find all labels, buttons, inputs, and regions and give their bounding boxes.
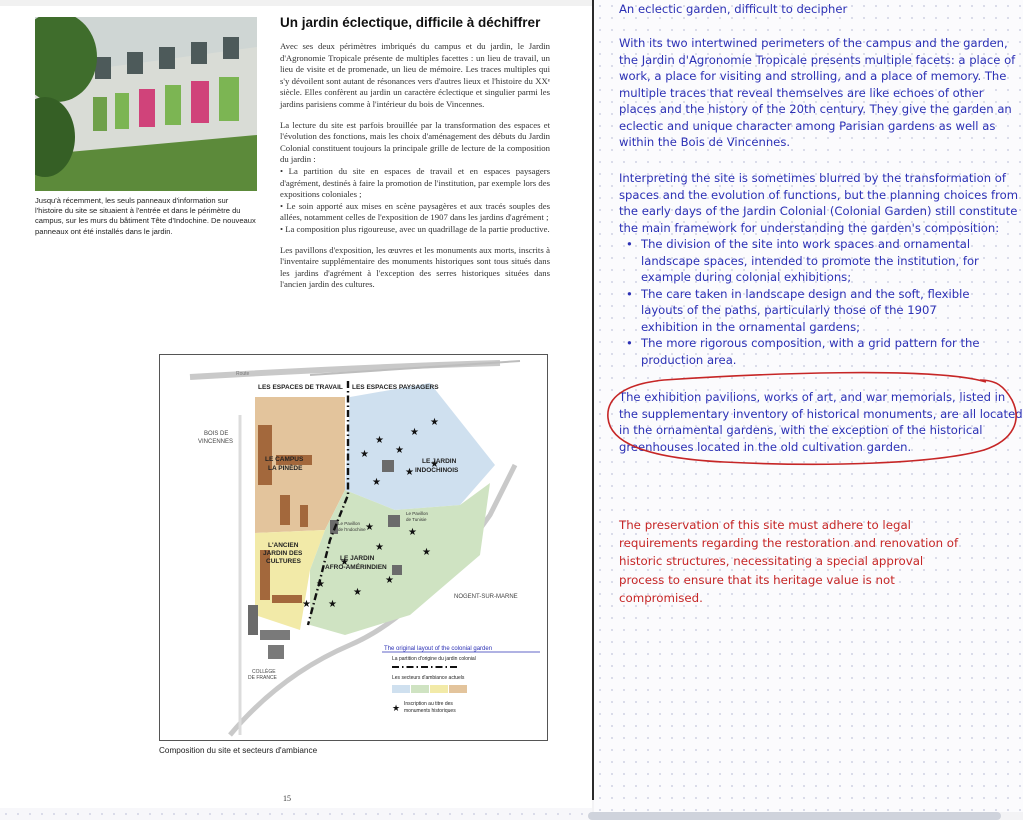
- annotation-line: historic structures, necessitating a spe…: [619, 554, 924, 569]
- map-label-indochinois: LE JARDIN: [422, 458, 457, 465]
- map-label-campus: LA PINÈDE: [268, 463, 303, 472]
- map-label-work: LES ESPACES DE TRAVAIL: [258, 384, 343, 391]
- map-caption: Composition du site et secteurs d'ambian…: [159, 746, 318, 755]
- translation-bullet-list: • The division of the site into work spac…: [624, 236, 984, 368]
- map-label-pavillon-indochine: de l'Indochine: [338, 527, 366, 532]
- map-label-nogent: NOGENT-SUR-MARNE: [454, 594, 518, 600]
- svg-text:★: ★: [375, 542, 384, 553]
- map-label-college: DE FRANCE: [248, 675, 278, 681]
- svg-text:★: ★: [392, 703, 400, 713]
- annotation-line: The preservation of this site must adher…: [619, 518, 911, 532]
- svg-text:★: ★: [365, 522, 374, 533]
- article-bullet: • Le soin apporté aux mises en scène pay…: [280, 200, 550, 223]
- svg-text:★: ★: [328, 599, 337, 610]
- map-label-afro: AFRO-AMÉRINDIEN: [325, 562, 387, 571]
- legend-partition: La partition d'origine du jardin colonia…: [392, 656, 476, 662]
- annotation-note: The preservation of this site must adher…: [619, 516, 979, 607]
- map-legend: The original layout of the colonial gard…: [382, 645, 544, 725]
- translation-paragraph: Interpreting the site is sometimes blurr…: [619, 171, 1019, 235]
- map-label-landscape: LES ESPACES PAYSAGERS: [352, 384, 439, 391]
- translation-bullet-text: The division of the site into work space…: [641, 237, 979, 284]
- translation-bullet: • The division of the site into work spac…: [624, 236, 984, 286]
- translation-paragraph-highlighted: The exhibition pavilions, works of art, …: [619, 390, 1023, 454]
- svg-text:★: ★: [360, 449, 369, 460]
- legend-monuments: Inscription au titre des: [404, 701, 453, 707]
- horizontal-scrollbar[interactable]: [588, 812, 1001, 820]
- translation-paragraph: With its two intertwined perimeters of t…: [619, 36, 1016, 149]
- svg-text:★: ★: [430, 417, 439, 428]
- photo-caption: Jusqu'à récemment, les seuls panneaux d'…: [35, 196, 256, 236]
- site-map: ★ ★ ★ ★ ★ ★ ★ ★ ★ ★ ★ ★ ★ ★ ★ ★ ★ ★ LES ESPACES DE …: [159, 354, 548, 741]
- map-label-pavillon-indochine: Le Pavillon: [338, 521, 361, 526]
- legend-monuments: monuments historiques: [404, 708, 456, 714]
- map-label-ancien: CULTURES: [266, 558, 302, 565]
- translation-bullet-text: The care taken in landscape design and t…: [641, 286, 970, 334]
- article-bullet: • La partition du site en espaces de tra…: [280, 165, 550, 200]
- article-body-fr: Avec ses deux périmètres imbriqués du ca…: [280, 41, 550, 300]
- bullet-icon: •: [626, 286, 633, 301]
- svg-text:★: ★: [372, 477, 381, 488]
- svg-text:★: ★: [302, 599, 311, 610]
- map-label-ancien: L'ANCIEN: [268, 542, 299, 549]
- translation-title: An eclectic garden, difficult to deciphe…: [619, 2, 848, 16]
- svg-text:★: ★: [375, 435, 384, 446]
- article-bullet: • La composition plus rigoureuse, avec u…: [280, 223, 550, 234]
- map-label-pavillon-tunisie: de Tunisie: [406, 517, 427, 522]
- map-label-ancien: JARDIN DES: [263, 550, 303, 557]
- legend-annotation: The original layout of the colonial gard…: [384, 646, 492, 652]
- map-label-afro: LE JARDIN: [340, 555, 375, 562]
- map-label-indochinois: INDOCHINOIS: [415, 467, 459, 474]
- article-paragraph-text: La lecture du site est parfois brouillée…: [280, 119, 550, 165]
- svg-text:★: ★: [353, 587, 362, 598]
- svg-text:★: ★: [405, 467, 414, 478]
- article-paragraph: Les pavillons d'exposition, les œuvres e…: [280, 244, 550, 290]
- article-title-fr: Un jardin éclectique, difficile à déchif…: [280, 15, 541, 30]
- map-label-pavillon-tunisie: Le Pavillon: [406, 511, 429, 516]
- photo-garden-wall: [35, 17, 257, 191]
- map-label-college: COLLÈGE: [252, 668, 276, 675]
- svg-text:★: ★: [408, 527, 417, 538]
- svg-text:★: ★: [385, 575, 394, 586]
- annotation-line: compromised.: [619, 590, 703, 605]
- translation-bullet-text: The more rigorous composition, with a gr…: [641, 336, 980, 367]
- map-label-bois: VINCENNES: [198, 439, 233, 445]
- map-label-bois: BOIS DE: [204, 431, 228, 437]
- translation-bullet: • The more rigorous composition, with a g…: [624, 335, 984, 368]
- page-background: [0, 808, 592, 820]
- svg-text:★: ★: [422, 547, 431, 558]
- article-paragraph: Avec ses deux périmètres imbriqués du ca…: [280, 41, 550, 109]
- svg-text:★: ★: [316, 579, 325, 590]
- map-label-route: Route: [236, 371, 250, 377]
- document-page-left: Jusqu'à récemment, les seuls panneaux d'…: [0, 0, 592, 808]
- bullet-icon: •: [626, 336, 633, 350]
- translation-bullet: • The care taken in landscape design and …: [624, 286, 984, 336]
- legend-sectors: Les secteurs d'ambiance actuels: [392, 675, 465, 681]
- annotation-line: process to ensure that its heritage valu…: [619, 572, 895, 587]
- page-number: 15: [283, 794, 291, 803]
- svg-text:★: ★: [395, 445, 404, 456]
- map-label-campus: LE CAMPUS: [265, 456, 304, 463]
- bullet-icon: •: [626, 237, 633, 251]
- annotation-line: requirements regarding the restoration a…: [619, 536, 959, 551]
- svg-text:★: ★: [410, 427, 419, 438]
- article-paragraph: La lecture du site est parfois brouillée…: [280, 120, 550, 236]
